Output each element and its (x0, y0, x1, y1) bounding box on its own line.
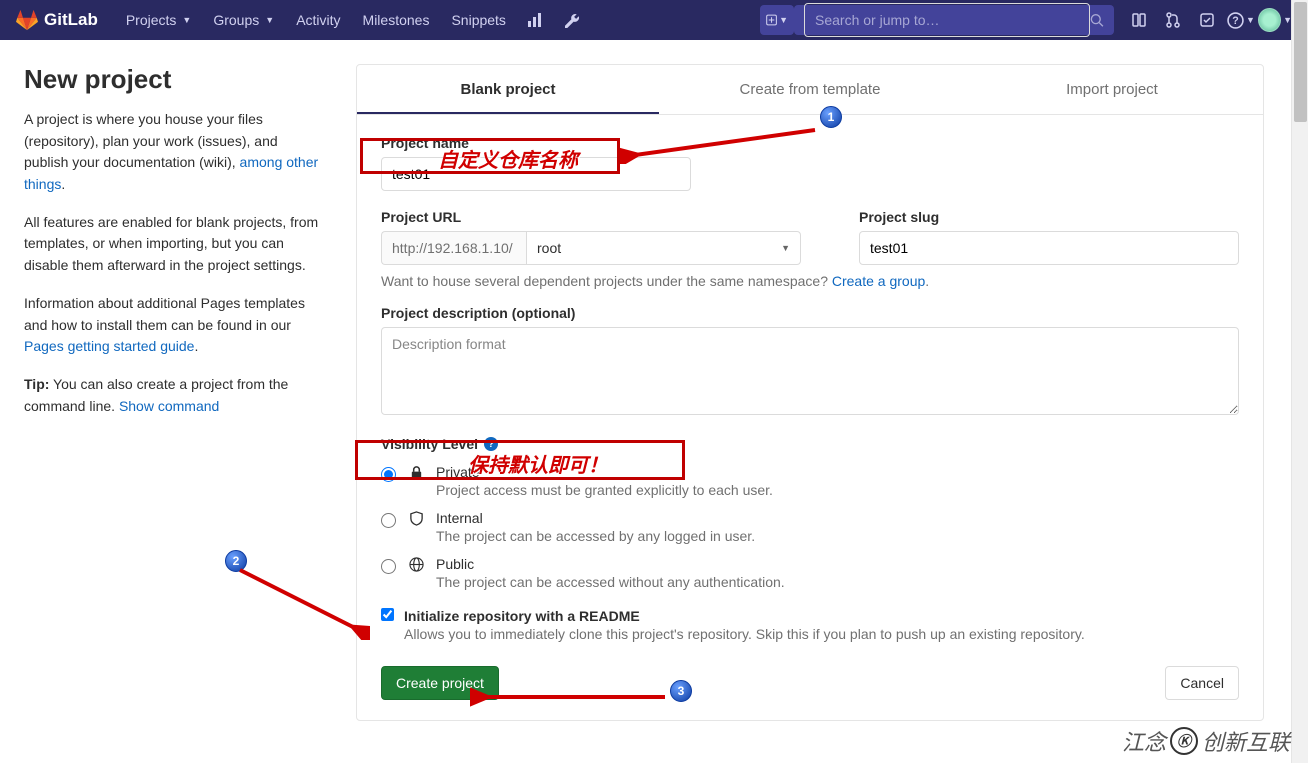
project-name-label: Project name (381, 135, 1239, 151)
chevron-down-icon: ▼ (265, 15, 274, 25)
main-nav: Projects▼ Groups▼ Activity Milestones Sn… (116, 5, 588, 35)
nav-groups[interactable]: Groups▼ (203, 6, 284, 34)
create-group-link[interactable]: Create a group (832, 273, 925, 289)
visibility-public[interactable]: PublicThe project can be accessed withou… (381, 556, 1239, 590)
top-nav: GitLab Projects▼ Groups▼ Activity Milest… (0, 0, 1308, 40)
chevron-down-icon: ▼ (779, 15, 788, 25)
project-url-label: Project URL (381, 209, 827, 225)
nav-activity[interactable]: Activity (286, 6, 350, 34)
visibility-internal[interactable]: InternalThe project can be accessed by a… (381, 510, 1239, 544)
chevron-down-icon: ▼ (182, 15, 191, 25)
sidebar-info: New project A project is where you house… (24, 64, 324, 721)
project-desc-input[interactable] (381, 327, 1239, 415)
tab-create-from-template[interactable]: Create from template (659, 65, 961, 114)
visibility-private[interactable]: PrivateProject access must be granted ex… (381, 464, 1239, 498)
issues-icon[interactable] (1122, 5, 1156, 35)
globe-icon (408, 557, 424, 572)
cancel-button[interactable]: Cancel (1165, 666, 1239, 700)
search-input[interactable] (804, 3, 1090, 37)
watermark: 江念 Ⓚ 创新互联 (1122, 725, 1290, 757)
visibility-private-radio[interactable] (381, 467, 396, 482)
help-icon[interactable]: ? (484, 437, 498, 451)
initialize-readme-checkbox[interactable] (381, 608, 394, 621)
tanuki-icon (16, 9, 38, 31)
brand-text: GitLab (44, 10, 98, 30)
visibility-internal-radio[interactable] (381, 513, 396, 528)
avatar (1258, 8, 1281, 32)
nav-projects[interactable]: Projects▼ (116, 6, 202, 34)
project-slug-label: Project slug (859, 209, 1239, 225)
chevron-down-icon: ▼ (781, 243, 790, 253)
chart-icon[interactable] (518, 5, 552, 35)
svg-text:?: ? (1232, 15, 1238, 27)
new-dropdown[interactable]: ▼ (760, 5, 794, 35)
namespace-hint: Want to house several dependent projects… (381, 273, 1239, 289)
visibility-level-label: Visibility Level (381, 436, 478, 452)
todos-icon[interactable] (1190, 5, 1224, 35)
show-command-link[interactable]: Show command (119, 398, 219, 414)
project-desc-label: Project description (optional) (381, 305, 1239, 321)
project-name-input[interactable] (381, 157, 691, 191)
user-menu[interactable]: ▼ (1258, 5, 1292, 35)
lock-icon (408, 465, 424, 480)
wrench-icon[interactable] (554, 5, 588, 35)
shield-icon (408, 511, 424, 526)
create-project-button[interactable]: Create project (381, 666, 499, 700)
tabs: Blank project Create from template Impor… (357, 65, 1263, 115)
tab-blank-project[interactable]: Blank project (357, 65, 659, 114)
visibility-public-radio[interactable] (381, 559, 396, 574)
project-url-base: http://192.168.1.10/ (381, 231, 526, 265)
global-search[interactable] (794, 5, 1114, 35)
initialize-readme[interactable]: Initialize repository with a README Allo… (381, 608, 1239, 642)
project-slug-input[interactable] (859, 231, 1239, 265)
gitlab-logo[interactable]: GitLab (16, 9, 98, 31)
page-title: New project (24, 64, 324, 95)
tab-import-project[interactable]: Import project (961, 65, 1263, 114)
project-form-panel: Blank project Create from template Impor… (356, 64, 1264, 721)
nav-snippets[interactable]: Snippets (441, 6, 515, 34)
search-icon (1090, 13, 1104, 28)
chevron-down-icon: ▼ (1246, 15, 1255, 25)
nav-milestones[interactable]: Milestones (353, 6, 440, 34)
pages-guide-link[interactable]: Pages getting started guide (24, 338, 194, 354)
scrollbar[interactable] (1291, 0, 1308, 763)
watermark-logo-icon: Ⓚ (1170, 727, 1198, 755)
help-icon[interactable]: ?▼ (1224, 5, 1258, 35)
namespace-select[interactable]: root▼ (526, 231, 801, 265)
scrollbar-thumb[interactable] (1294, 2, 1307, 122)
merge-requests-icon[interactable] (1156, 5, 1190, 35)
